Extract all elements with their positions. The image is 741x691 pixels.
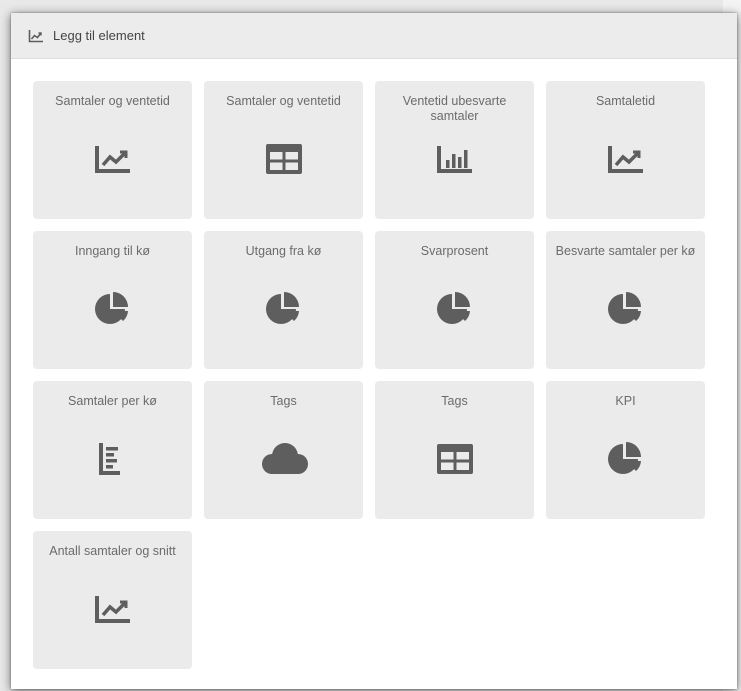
tile-label: KPI	[615, 394, 636, 408]
line-chart-icon	[33, 141, 192, 177]
pie-chart-icon	[204, 291, 363, 327]
dialog-title: Legg til element	[53, 28, 145, 43]
pie-chart-icon	[375, 291, 534, 327]
line-chart-icon	[28, 29, 44, 43]
table-icon	[375, 441, 534, 477]
horizontal-bar-chart-icon	[33, 441, 192, 477]
tile-label: Utgang fra kø	[245, 244, 322, 258]
tile-kpi[interactable]: KPI	[546, 381, 705, 519]
tile-utgang-fra-ko[interactable]: Utgang fra kø	[204, 231, 363, 369]
tile-label: Antall samtaler og snitt	[49, 544, 176, 558]
tile-label: Samtaler og ventetid	[55, 94, 170, 108]
tile-label: Tags	[441, 394, 468, 408]
add-element-dialog: Legg til element Samtaler og ventetid Sa…	[11, 13, 737, 689]
tile-label: Besvarte samtaler per kø	[555, 244, 696, 258]
tile-label: Ventetid ubesvarte samtaler	[402, 94, 507, 123]
table-icon	[204, 141, 363, 177]
tile-antall-samtaler-og-snitt[interactable]: Antall samtaler og snitt	[33, 531, 192, 669]
tile-label: Tags	[270, 394, 297, 408]
tile-svarprosent[interactable]: Svarprosent	[375, 231, 534, 369]
pie-chart-icon	[33, 291, 192, 327]
line-chart-icon	[546, 141, 705, 177]
tile-samtaletid[interactable]: Samtaletid	[546, 81, 705, 219]
tile-ventetid-ubesvarte-samtaler[interactable]: Ventetid ubesvarte samtaler	[375, 81, 534, 219]
pie-chart-icon	[546, 291, 705, 327]
tile-tags-table[interactable]: Tags	[375, 381, 534, 519]
tile-besvarte-samtaler-per-ko[interactable]: Besvarte samtaler per kø	[546, 231, 705, 369]
tile-label: Samtaler per kø	[68, 394, 157, 408]
tile-label: Samtaletid	[595, 94, 656, 108]
tile-label: Svarprosent	[420, 244, 489, 258]
line-chart-icon	[33, 591, 192, 627]
pie-chart-icon	[546, 441, 705, 477]
tile-samtaler-og-ventetid-line[interactable]: Samtaler og ventetid	[33, 81, 192, 219]
cloud-icon	[204, 441, 363, 477]
element-grid: Samtaler og ventetid Samtaler og venteti…	[33, 81, 705, 669]
tile-samtaler-per-ko[interactable]: Samtaler per kø	[33, 381, 192, 519]
tile-label: Samtaler og ventetid	[226, 94, 341, 108]
tile-samtaler-og-ventetid-table[interactable]: Samtaler og ventetid	[204, 81, 363, 219]
bar-chart-icon	[375, 141, 534, 177]
dialog-header: Legg til element	[11, 13, 737, 59]
tile-inngang-til-ko[interactable]: Inngang til kø	[33, 231, 192, 369]
tile-tags-cloud[interactable]: Tags	[204, 381, 363, 519]
tile-label: Inngang til kø	[74, 244, 151, 258]
